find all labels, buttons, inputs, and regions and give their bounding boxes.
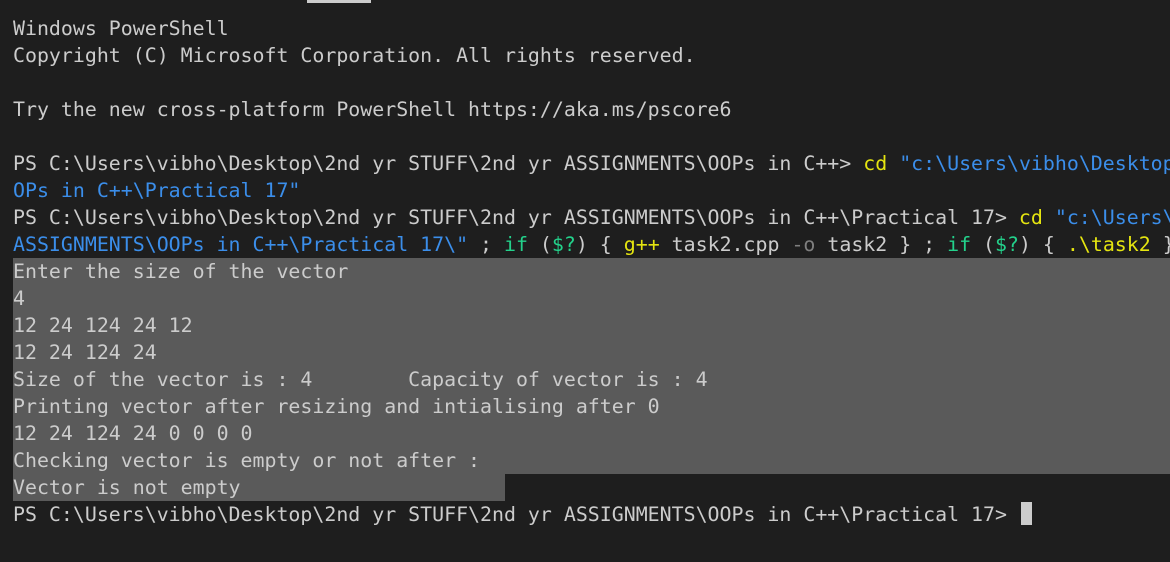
program-output-line: Checking vector is empty or not after :: [13, 447, 1170, 474]
command-line-2-wrap: ASSIGNMENTS\OOPs in C++\Practical 17\" ;…: [13, 231, 1170, 258]
banner-try-pscore: Try the new cross-platform PowerShell ht…: [13, 98, 732, 121]
status-variable: $?: [551, 233, 576, 256]
command-line-1: PS C:\Users\vibho\Desktop\2nd yr STUFF\2…: [13, 150, 1170, 177]
command-name: cd: [1018, 206, 1043, 229]
banner-copyright: Copyright (C) Microsoft Corporation. All…: [13, 44, 696, 67]
terminal-output[interactable]: Windows PowerShell Copyright (C) Microso…: [13, 15, 1170, 528]
condition-open: (: [527, 233, 552, 256]
if-keyword: if: [947, 233, 972, 256]
if-keyword: if: [504, 233, 528, 256]
program-output-line-last: Vector is not empty: [13, 474, 1170, 501]
current-prompt-line[interactable]: PS C:\Users\vibho\Desktop\2nd yr STUFF\2…: [13, 501, 1170, 528]
path-argument-continued: ASSIGNMENTS\OOPs in C++\Practical 17\": [13, 233, 469, 256]
path-argument: "c:\Users\vibho\Desktop\2nd yr STUFF\2nd…: [1054, 206, 1170, 229]
path-argument: "c:\Users\vibho\Desktop\2nd yr STUFF\2nd…: [899, 152, 1170, 175]
command-line-1-wrap: OPs in C++\Practical 17": [13, 177, 1170, 204]
prompt: PS C:\Users\vibho\Desktop\2nd yr STUFF\2…: [13, 503, 1019, 526]
block-close: }: [1151, 233, 1170, 256]
prompt: PS C:\Users\vibho\Desktop\2nd yr STUFF\2…: [13, 206, 1019, 229]
compile-args: task2.cpp: [659, 233, 792, 256]
separator: ;: [468, 233, 504, 256]
program-output-line: 12 24 124 24: [13, 339, 1170, 366]
program-output-line: 12 24 124 24 12: [13, 312, 1170, 339]
condition-close: ) {: [1018, 233, 1067, 256]
condition-close: ) {: [575, 233, 624, 256]
output-flag: -o: [791, 233, 816, 256]
path-argument-continued: OPs in C++\Practical 17": [13, 179, 301, 202]
program-output-line: Size of the vector is : 4 Capacity of ve…: [13, 366, 1170, 393]
compiler-command: g++: [623, 233, 660, 256]
selected-text: Vector is not empty: [13, 474, 505, 501]
program-output-line: Enter the size of the vector: [13, 258, 1170, 285]
compile-args-tail: task2 } ;: [815, 233, 948, 256]
active-tab-indicator: [307, 0, 371, 3]
program-output-line: 4: [13, 285, 1170, 312]
run-executable: .\task2: [1066, 233, 1151, 256]
program-output-line: Printing vector after resizing and intia…: [13, 393, 1170, 420]
prompt: PS C:\Users\vibho\Desktop\2nd yr STUFF\2…: [13, 152, 864, 175]
banner-title: Windows PowerShell: [13, 17, 229, 40]
condition-open: (: [971, 233, 996, 256]
text-cursor[interactable]: [1020, 502, 1032, 525]
command-line-2: PS C:\Users\vibho\Desktop\2nd yr STUFF\2…: [13, 204, 1170, 231]
status-variable: $?: [995, 233, 1019, 256]
program-output-line: 12 24 124 24 0 0 0 0: [13, 420, 1170, 447]
command-name: cd: [863, 152, 888, 175]
